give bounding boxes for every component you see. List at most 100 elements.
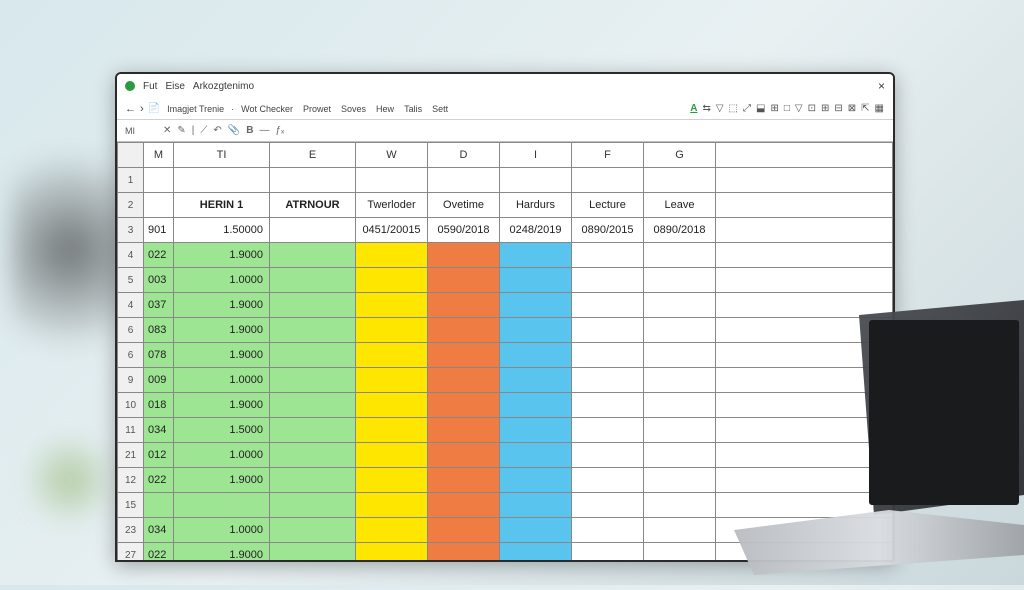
cell-G[interactable]	[644, 393, 716, 418]
cell-G[interactable]	[644, 318, 716, 343]
corner-cell[interactable]	[118, 143, 144, 168]
row-num[interactable]: 21	[118, 443, 144, 468]
tb-icon-9[interactable]: ⊞	[820, 103, 830, 114]
cell[interactable]	[716, 268, 893, 293]
cell-F[interactable]	[572, 493, 644, 518]
cell-TI[interactable]: 1.9000	[174, 393, 270, 418]
cell-F[interactable]	[572, 543, 644, 563]
fb-pencil-icon[interactable]: ✎	[177, 125, 185, 136]
tb-icon-6[interactable]: □	[783, 103, 791, 114]
cell-W[interactable]	[356, 543, 428, 563]
row-num[interactable]: 6	[118, 343, 144, 368]
cell-I[interactable]	[500, 468, 572, 493]
menu-soves[interactable]: Soves	[338, 104, 369, 114]
cell[interactable]	[144, 168, 174, 193]
cell-D[interactable]	[428, 518, 500, 543]
fb-clip-icon[interactable]: 📎	[228, 125, 240, 136]
cell[interactable]	[428, 168, 500, 193]
cell-TI[interactable]: 1.0000	[174, 368, 270, 393]
cell-E[interactable]	[270, 543, 356, 563]
subheader-W[interactable]: Twerloder	[356, 193, 428, 218]
row-num[interactable]: 12	[118, 468, 144, 493]
cell-M[interactable]: 078	[144, 343, 174, 368]
row-num[interactable]: 1	[118, 168, 144, 193]
cell-W[interactable]	[356, 518, 428, 543]
fb-brush-icon[interactable]: ⟋	[200, 125, 207, 136]
cell-M[interactable]: 022	[144, 543, 174, 563]
cell-E[interactable]	[270, 443, 356, 468]
cell[interactable]	[716, 443, 893, 468]
menu-wotchecker[interactable]: Wot Checker	[238, 104, 296, 114]
cell-M[interactable]	[144, 493, 174, 518]
subheader-G[interactable]: Leave	[644, 193, 716, 218]
cell-M[interactable]: 022	[144, 243, 174, 268]
cell[interactable]	[716, 168, 893, 193]
cell-E[interactable]	[270, 293, 356, 318]
cell-M[interactable]: 034	[144, 418, 174, 443]
tb-icon-2[interactable]: ⬚	[728, 103, 739, 114]
cell-G[interactable]: 0890/2018	[644, 218, 716, 243]
tb-icon-4[interactable]: ⬓	[755, 103, 766, 114]
format-a-icon[interactable]: A	[689, 103, 698, 114]
cell-G[interactable]	[644, 293, 716, 318]
cell-TI[interactable]: 1.9000	[174, 468, 270, 493]
cell-W[interactable]: 0451/20015	[356, 218, 428, 243]
col-header-TI[interactable]: TI	[174, 143, 270, 168]
cell[interactable]	[716, 218, 893, 243]
cell-W[interactable]	[356, 443, 428, 468]
cell-M[interactable]: 012	[144, 443, 174, 468]
cell-TI[interactable]: 1.9000	[174, 243, 270, 268]
cell-I[interactable]	[500, 393, 572, 418]
row-num[interactable]: 23	[118, 518, 144, 543]
cell[interactable]	[500, 168, 572, 193]
tb-icon-12[interactable]: ⇱	[860, 103, 870, 114]
cell[interactable]	[716, 493, 893, 518]
cell-F[interactable]	[572, 368, 644, 393]
cell[interactable]	[270, 168, 356, 193]
cell-TI[interactable]: 1.9000	[174, 318, 270, 343]
cell-E[interactable]	[270, 368, 356, 393]
cell-D[interactable]	[428, 418, 500, 443]
close-icon[interactable]: ×	[878, 79, 885, 93]
cell-W[interactable]	[356, 268, 428, 293]
menu-imagjet[interactable]: Imagjet Trenie	[164, 104, 227, 114]
row-num[interactable]: 27	[118, 543, 144, 563]
cell[interactable]	[716, 243, 893, 268]
cell-D[interactable]	[428, 293, 500, 318]
cell[interactable]	[716, 293, 893, 318]
cell-D[interactable]	[428, 318, 500, 343]
cell-F[interactable]	[572, 468, 644, 493]
cell-D[interactable]	[428, 243, 500, 268]
cell-TI[interactable]: 1.9000	[174, 543, 270, 563]
cell-M[interactable]: 003	[144, 268, 174, 293]
cell-W[interactable]	[356, 293, 428, 318]
tb-icon-3[interactable]: ⤢	[742, 103, 752, 114]
cell-I[interactable]	[500, 493, 572, 518]
cell-E[interactable]	[270, 243, 356, 268]
subheader-TI[interactable]: HERIN 1	[174, 193, 270, 218]
fb-fx-icon[interactable]: ƒₓ	[275, 125, 284, 136]
cell-I[interactable]	[500, 268, 572, 293]
row-num[interactable]: 10	[118, 393, 144, 418]
cell-TI[interactable]	[174, 493, 270, 518]
cell-G[interactable]	[644, 468, 716, 493]
back-arrow-icon[interactable]: ←	[125, 103, 136, 115]
cell-E[interactable]	[270, 268, 356, 293]
cell-TI[interactable]: 1.9000	[174, 343, 270, 368]
cell-G[interactable]	[644, 268, 716, 293]
cell-TI[interactable]: 1.9000	[174, 293, 270, 318]
cell-E[interactable]	[270, 393, 356, 418]
cell-E[interactable]	[270, 343, 356, 368]
cell-M[interactable]: 034	[144, 518, 174, 543]
row-num[interactable]: 4	[118, 243, 144, 268]
menu-talis[interactable]: Talis	[401, 104, 425, 114]
cell-F[interactable]	[572, 518, 644, 543]
cell-W[interactable]	[356, 318, 428, 343]
cell-TI[interactable]: 1.5000	[174, 418, 270, 443]
cell-G[interactable]	[644, 368, 716, 393]
cell[interactable]	[716, 418, 893, 443]
cell-I[interactable]	[500, 343, 572, 368]
cell[interactable]	[174, 168, 270, 193]
fb-dash-icon[interactable]: —	[259, 125, 269, 136]
cell-M[interactable]: 018	[144, 393, 174, 418]
